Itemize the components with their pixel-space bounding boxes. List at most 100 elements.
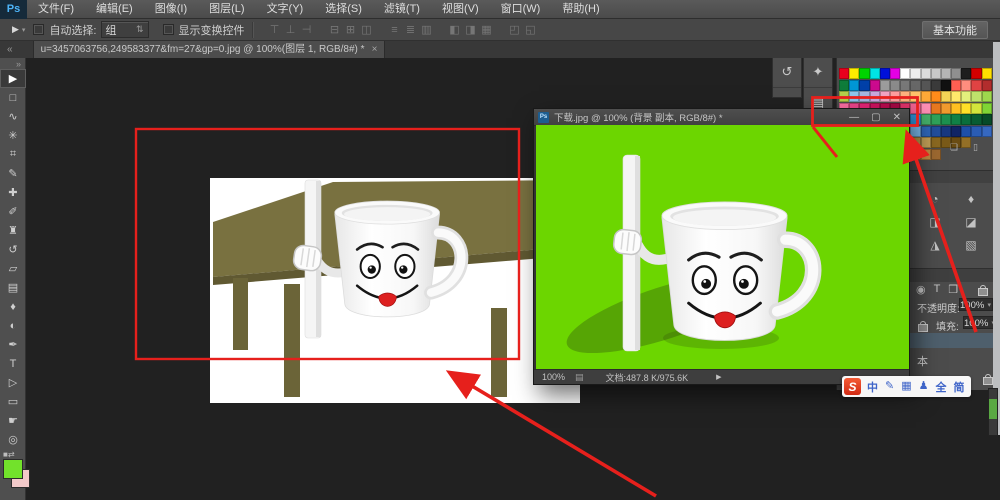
menu-item[interactable]: 图像(I) (144, 0, 198, 19)
layer-name-fragment[interactable]: 本 (917, 353, 928, 369)
menu-item[interactable]: 图层(L) (198, 0, 255, 19)
color-swatch[interactable] (941, 126, 951, 137)
color-swatch[interactable] (931, 137, 941, 148)
align-icon[interactable]: ▦ (479, 20, 495, 40)
menu-item[interactable]: 滤镜(T) (373, 0, 431, 19)
foreground-color-swatch[interactable] (3, 459, 23, 479)
color-swatch[interactable] (910, 68, 920, 79)
align-icon[interactable]: ≡ (387, 20, 403, 40)
ime-item[interactable]: 中 (867, 379, 878, 395)
menu-item[interactable]: 窗口(W) (490, 0, 552, 19)
adjustment-icon[interactable]: ◮ (923, 234, 947, 256)
color-swatch[interactable] (982, 103, 992, 114)
color-swatch[interactable] (951, 114, 961, 125)
history-panel-icon[interactable]: ↺ (773, 57, 801, 88)
color-swatch[interactable] (951, 126, 961, 137)
layer-filter-icon[interactable]: ❒ (948, 283, 958, 296)
color-swatch[interactable] (839, 80, 849, 91)
color-swatch[interactable] (971, 80, 981, 91)
align-icon[interactable]: ⊞ (343, 20, 359, 40)
lasso-tool[interactable]: ∿ (0, 107, 26, 126)
color-swatch[interactable] (982, 137, 992, 148)
color-swatch[interactable] (890, 68, 900, 79)
color-swatch[interactable] (982, 68, 992, 79)
color-swatch[interactable] (961, 149, 971, 160)
align-icon[interactable]: ◫ (359, 20, 375, 40)
color-swatch[interactable] (921, 137, 931, 148)
sogou-logo-icon[interactable]: S (844, 378, 861, 395)
color-swatch[interactable] (910, 149, 920, 160)
adjustment-icon[interactable]: ▧ (959, 234, 983, 256)
color-swatch[interactable] (951, 68, 961, 79)
color-swatch[interactable] (961, 80, 971, 91)
menu-item[interactable]: 视图(V) (431, 0, 490, 19)
menu-item[interactable]: 文字(Y) (256, 0, 315, 19)
floating-window-titlebar[interactable]: Ps 下载.jpg @ 100% (背景 副本, RGB/8#) * — ▢ ✕ (534, 109, 909, 126)
fill-value[interactable]: 100% (963, 316, 997, 329)
align-icon[interactable]: ◧ (447, 20, 463, 40)
auto-select-checkbox[interactable] (33, 24, 44, 35)
color-swatch[interactable] (961, 91, 971, 102)
gradient-tool[interactable]: ▤ (0, 278, 26, 297)
color-swatch[interactable] (941, 68, 951, 79)
crop-tool[interactable]: ⌗ (0, 145, 26, 164)
color-swatch[interactable] (870, 91, 880, 102)
color-swatch[interactable] (859, 91, 869, 102)
align-icon[interactable]: ▥ (419, 20, 435, 40)
menu-item[interactable]: 编辑(E) (85, 0, 144, 19)
close-button[interactable]: ✕ (893, 112, 901, 123)
color-swatch[interactable] (931, 91, 941, 102)
align-icon[interactable]: ⊣ (299, 20, 315, 40)
color-swatch[interactable] (921, 103, 931, 114)
color-swatch[interactable] (951, 103, 961, 114)
blur-tool[interactable]: ♦ (0, 297, 26, 316)
opacity-value[interactable]: 100% (959, 298, 993, 311)
type-tool[interactable]: T (0, 354, 26, 373)
menu-item[interactable]: 文件(F) (27, 0, 85, 19)
color-swatch[interactable] (941, 91, 951, 102)
color-swatch[interactable] (931, 103, 941, 114)
color-swatch[interactable] (849, 80, 859, 91)
show-transform-checkbox[interactable] (163, 24, 174, 35)
color-swatch[interactable] (900, 68, 910, 79)
layer-filter-icon[interactable]: ◉ (916, 283, 926, 296)
color-swatch[interactable] (961, 114, 971, 125)
color-swatch[interactable] (890, 80, 900, 91)
align-icon[interactable]: ◨ (463, 20, 479, 40)
color-swatch[interactable] (849, 68, 859, 79)
color-swatch[interactable] (931, 80, 941, 91)
move-tool[interactable]: ▶ (0, 69, 26, 88)
scrollbar-thumb[interactable] (989, 399, 997, 419)
pen-tool[interactable]: ✒ (0, 335, 26, 354)
color-swatch[interactable] (910, 80, 920, 91)
color-swatch[interactable] (870, 80, 880, 91)
ime-item[interactable]: 简 (954, 379, 965, 395)
minimize-button[interactable]: — (849, 112, 859, 123)
color-swatch[interactable] (971, 103, 981, 114)
history-brush-tool[interactable]: ↺ (0, 240, 26, 259)
color-swatch[interactable] (931, 114, 941, 125)
color-swatch[interactable] (971, 91, 981, 102)
color-swatch[interactable] (961, 68, 971, 79)
color-swatch[interactable] (971, 68, 981, 79)
color-swatch[interactable] (921, 91, 931, 102)
eraser-tool[interactable]: ▱ (0, 259, 26, 278)
align-icon[interactable]: ◱ (523, 20, 539, 40)
color-swatch[interactable] (859, 80, 869, 91)
menu-item[interactable]: 选择(S) (314, 0, 373, 19)
color-swatch[interactable] (931, 68, 941, 79)
color-swatch[interactable] (921, 149, 931, 160)
color-swatch[interactable] (839, 91, 849, 102)
color-swatch[interactable] (971, 114, 981, 125)
color-swatch[interactable] (880, 80, 890, 91)
ime-item[interactable]: ♟ (919, 379, 929, 395)
document-tab[interactable]: u=3457063756,249583377&fm=27&gp=0.jpg @ … (33, 41, 386, 58)
color-swatch[interactable] (941, 80, 951, 91)
color-swatch[interactable] (910, 103, 920, 114)
new-swatch-icon[interactable]: ❏ (950, 142, 958, 153)
marquee-tool[interactable]: □ (0, 88, 26, 107)
collapse-panels-icon[interactable]: « (0, 41, 19, 58)
color-swatch[interactable] (849, 91, 859, 102)
color-swatch[interactable] (910, 114, 920, 125)
color-swatch[interactable] (900, 91, 910, 102)
